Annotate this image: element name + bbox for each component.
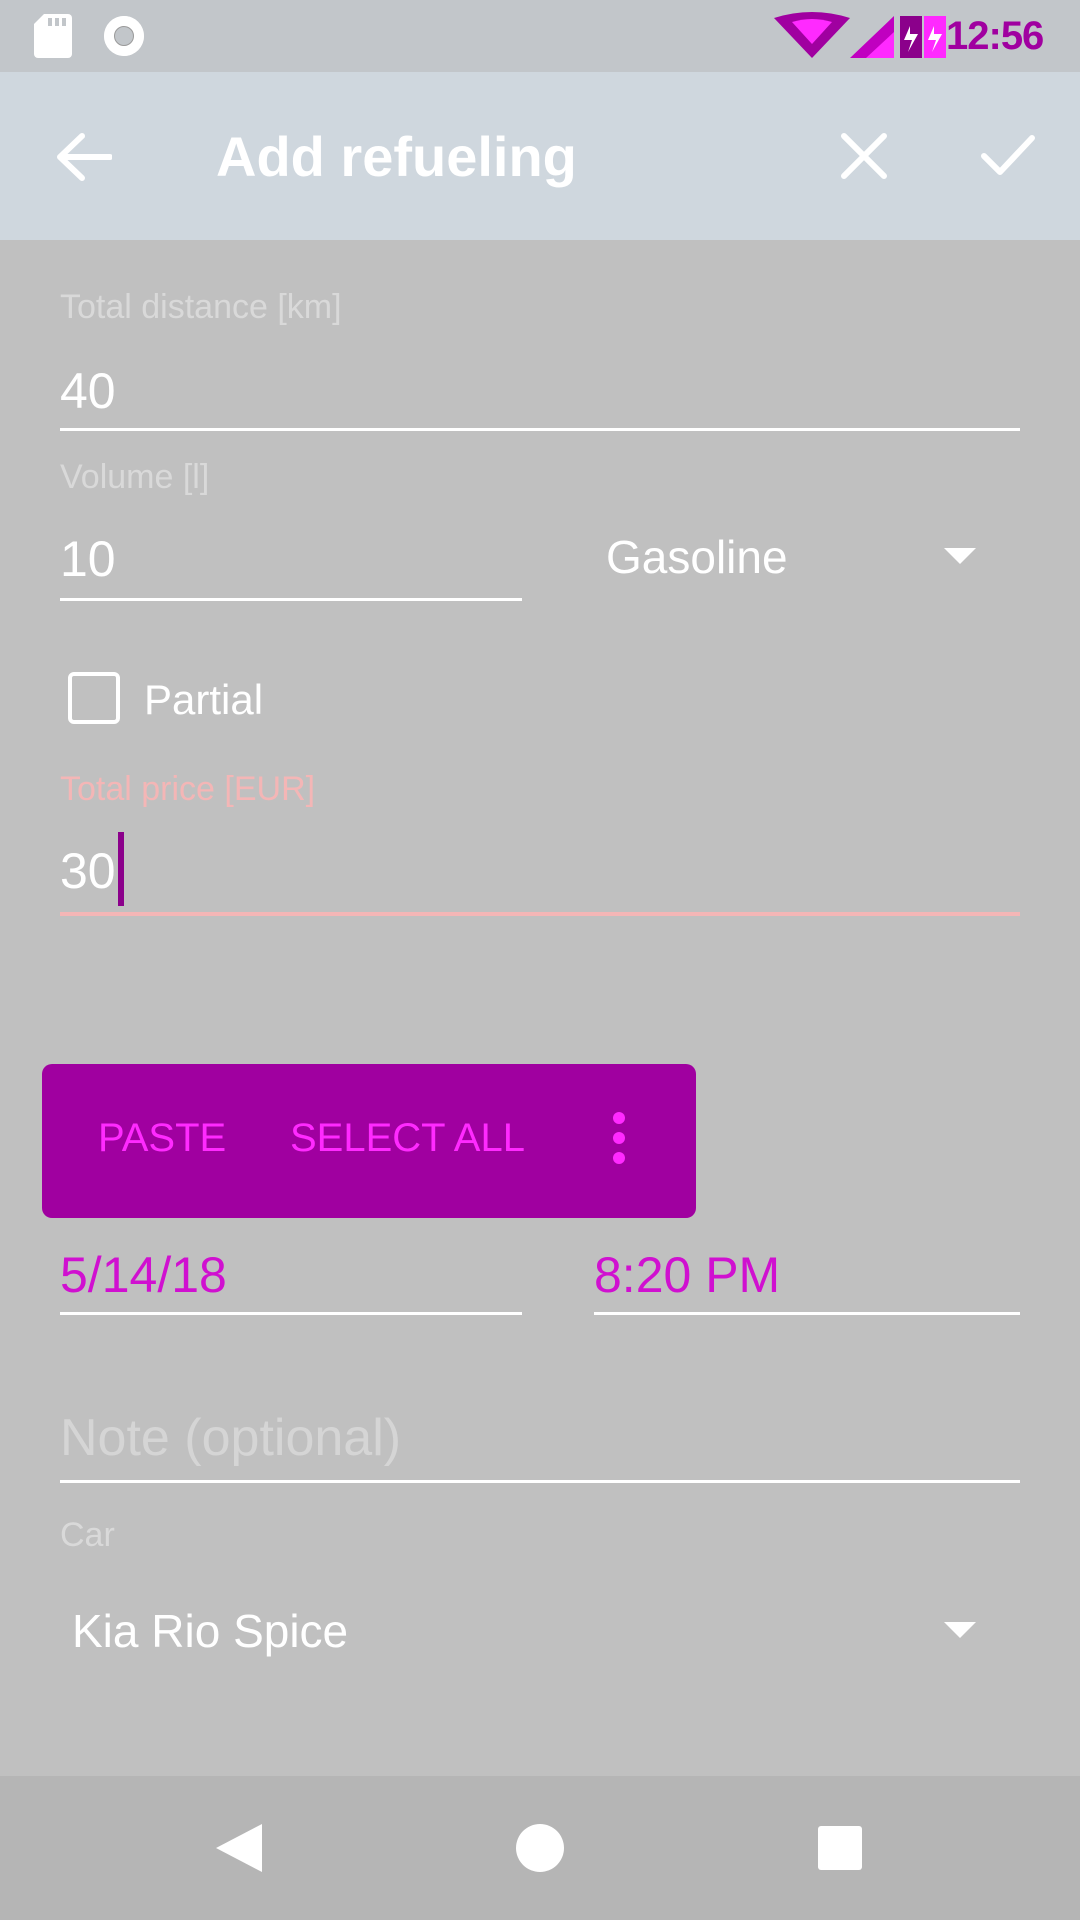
sync-circle-icon	[104, 16, 144, 56]
status-clock: 12:56	[946, 14, 1044, 58]
time-underline	[594, 1312, 1020, 1315]
sd-card-icon	[34, 14, 72, 58]
system-status-icons	[774, 12, 946, 58]
price-underline	[60, 912, 1020, 916]
partial-checkbox[interactable]	[68, 672, 120, 724]
price-input[interactable]: 30	[60, 842, 116, 900]
page-title: Add refueling	[216, 125, 577, 188]
car-label: Car	[60, 1516, 115, 1554]
partial-label: Partial	[144, 676, 264, 723]
date-underline	[60, 1312, 522, 1315]
note-input[interactable]: Note (optional)	[60, 1408, 401, 1468]
save-check-icon[interactable]	[980, 132, 1036, 178]
price-label: Total price [EUR]	[60, 770, 316, 808]
nav-back-icon[interactable]	[216, 1824, 262, 1872]
volume-underline	[60, 598, 522, 601]
volume-label: Volume [l]	[60, 458, 210, 496]
fuel-type-dropdown[interactable]: Gasoline	[606, 530, 788, 584]
nav-recents-icon[interactable]	[818, 1826, 862, 1870]
distance-input[interactable]: 40	[60, 362, 116, 420]
more-options-icon[interactable]	[606, 1112, 632, 1168]
car-dropdown[interactable]: Kia Rio Spice	[72, 1604, 348, 1658]
close-icon[interactable]	[838, 130, 890, 182]
back-arrow-icon[interactable]	[56, 132, 112, 182]
date-field[interactable]: 5/14/18	[60, 1246, 227, 1304]
time-field[interactable]: 8:20 PM	[594, 1246, 780, 1304]
distance-label: Total distance [km]	[60, 288, 342, 326]
text-cursor	[118, 832, 124, 906]
note-underline	[60, 1480, 1020, 1483]
fuel-type-chevron-down-icon[interactable]	[944, 548, 976, 564]
distance-underline	[60, 428, 1020, 431]
paste-button[interactable]: PASTE	[98, 1116, 226, 1161]
car-chevron-down-icon[interactable]	[944, 1622, 976, 1638]
nav-home-icon[interactable]	[516, 1824, 564, 1872]
volume-input[interactable]: 10	[60, 530, 116, 588]
select-all-button[interactable]: SELECT ALL	[290, 1116, 525, 1161]
